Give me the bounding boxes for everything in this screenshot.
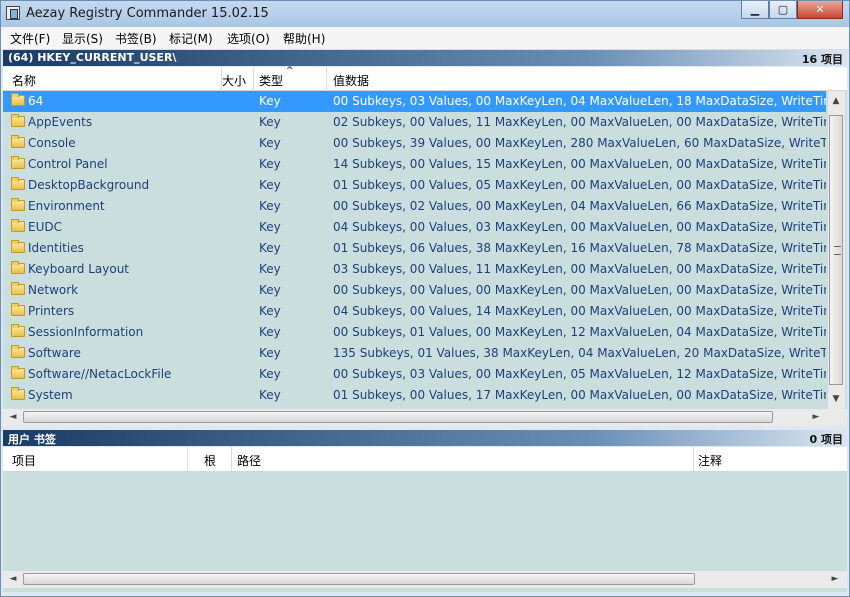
app-window: Aezay Registry Commander 15.02.15 ▁ ▢ ✕ … [0,0,850,597]
key-list: 64 Key 00 Subkeys, 03 Values, 00 MaxKeyLen… [3,91,826,409]
column-value[interactable]: 值数据 [333,72,369,89]
column-type[interactable]: 类型 [259,72,283,89]
folder-icon [11,219,25,232]
list-item[interactable]: Keyboard Layout Key 03 Subkeys, 00 Values,… [3,259,826,280]
menu-file[interactable]: 文件(F) [10,30,50,47]
minimize-icon: ▁ [750,3,760,16]
folder-icon [11,114,25,127]
folder-icon [11,282,25,295]
item-count: 16 项目 [801,53,843,66]
horizontal-scroll-thumb-top[interactable] [23,411,773,423]
list-item[interactable]: Console Key 00 Subkeys, 39 Values, 00 MaxK… [3,133,826,154]
maximize-button[interactable]: ▢ [769,1,797,19]
list-item[interactable]: Printers Key 04 Subkeys, 00 Values, 14 Max… [3,301,826,322]
horizontal-scroll-thumb-bottom[interactable] [23,573,695,585]
list-item[interactable]: DesktopBackground Key 01 Subkeys, 00 Value… [3,175,826,196]
bookmarks-header: 项目 根 路径 注释 [3,447,847,472]
current-path: (64) HKEY_CURRENT_USER\ [8,51,177,64]
folder-icon [11,135,25,148]
folder-icon [11,324,25,337]
folder-icon [11,387,25,400]
list-item[interactable]: 64 Key 00 Subkeys, 03 Values, 00 MaxKeyLen… [3,91,826,112]
folder-icon [11,303,25,316]
scroll-left-icon[interactable]: ◄ [7,573,19,585]
horizontal-scrollbar-bottom[interactable]: ◄ ► [3,571,847,588]
list-item[interactable]: System Key 01 Subkeys, 00 Values, 17 MaxKe… [3,385,826,406]
column-item[interactable]: 项目 [12,452,36,469]
scroll-up-icon[interactable]: ▲ [830,95,842,107]
column-size[interactable]: 大小 [222,72,246,89]
folder-icon [11,366,25,379]
menu-mark[interactable]: 标记(M) [169,30,213,47]
list-item[interactable]: Software Key 135 Subkeys, 01 Values, 38 Ma… [3,343,826,364]
vertical-scroll-thumb[interactable] [829,115,843,385]
column-name[interactable]: 名称 [12,72,36,89]
list-header: 名称 大小 类型 ^ 值数据 [3,66,847,91]
list-item[interactable]: EUDC Key 04 Subkeys, 00 Values, 03 MaxKeyL… [3,217,826,238]
menu-options[interactable]: 选项(O) [227,30,270,47]
folder-icon [11,156,25,169]
sort-ascending-icon: ^ [286,66,294,76]
bookmarks-count: 0 项目 [809,433,843,446]
window-title: Aezay Registry Commander 15.02.15 [26,6,269,21]
list-item[interactable]: AppEvents Key 02 Subkeys, 00 Values, 11 Ma… [3,112,826,133]
list-item[interactable]: Network Key 00 Subkeys, 00 Values, 00 MaxK… [3,280,826,301]
menu-bar: 文件(F) 显示(S) 书签(B) 标记(M) 选项(O) 帮助(H) [1,27,849,50]
folder-icon [11,345,25,358]
registry-app-icon [6,6,20,20]
folder-icon [11,177,25,190]
grip-icon [834,246,841,255]
list-item[interactable]: Environment Key 00 Subkeys, 02 Values, 00 … [3,196,826,217]
column-root[interactable]: 根 [204,452,216,469]
list-item[interactable]: Identities Key 01 Subkeys, 06 Values, 38 M… [3,238,826,259]
bookmarks-bar: 用户 书签 0 项目 [3,430,847,446]
menu-view[interactable]: 显示(S) [62,30,103,47]
scroll-right-icon[interactable]: ► [829,573,841,585]
close-icon: ✕ [815,3,825,16]
list-item[interactable]: Software//NetacLockFile Key 00 Subkeys, 03… [3,364,826,385]
close-button[interactable]: ✕ [797,1,843,19]
scroll-down-icon[interactable]: ▼ [830,393,842,405]
bookmarks-pane: 项目 根 路径 注释 ◄ ► [3,447,847,592]
path-bar: (64) HKEY_CURRENT_USER\ 16 项目 [3,50,847,66]
horizontal-scrollbar-top[interactable]: ◄ ► [3,409,847,426]
folder-icon [11,93,25,106]
list-item[interactable]: Control Panel Key 14 Subkeys, 00 Values, 1… [3,154,826,175]
column-path[interactable]: 路径 [237,452,261,469]
scroll-right-icon[interactable]: ► [810,411,822,423]
column-note[interactable]: 注释 [698,452,722,469]
folder-icon [11,240,25,253]
bookmarks-title: 用户 书签 [8,433,56,446]
folder-icon [11,198,25,211]
registry-list-pane: 名称 大小 类型 ^ 值数据 64 Key 00 Subkeys, 03 Value… [3,66,847,426]
minimize-button[interactable]: ▁ [741,1,769,19]
vertical-scrollbar[interactable]: ▲ ▼ [828,91,845,409]
menu-bookmarks[interactable]: 书签(B) [115,30,157,47]
folder-icon [11,261,25,274]
scroll-left-icon[interactable]: ◄ [7,411,19,423]
title-bar[interactable]: Aezay Registry Commander 15.02.15 ▁ ▢ ✕ [1,1,849,27]
list-item[interactable]: SessionInformation Key 00 Subkeys, 01 Valu… [3,322,826,343]
maximize-icon: ▢ [777,3,789,16]
menu-help[interactable]: 帮助(H) [283,30,325,47]
